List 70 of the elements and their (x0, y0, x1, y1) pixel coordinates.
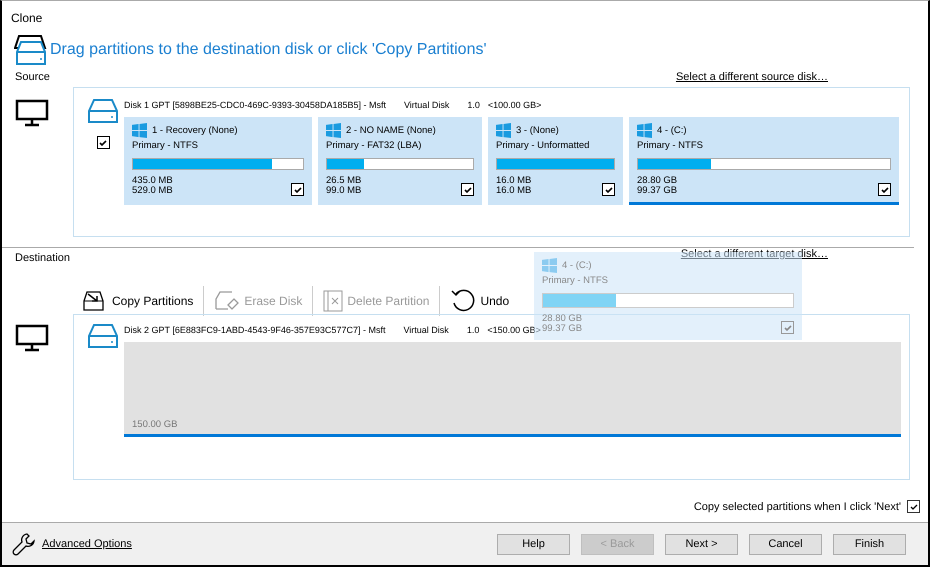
select-target-disk-link[interactable]: Select a different target disk… (680, 248, 828, 266)
windows-logo-icon (637, 123, 652, 138)
unallocated-size: 150.00 GB (132, 419, 178, 430)
checkmark-icon (462, 184, 472, 194)
disk-header-text: Disk 2 GPT [6E883FC9-1ABD-4543-9F46-357E93C577C7] - Msft (124, 325, 386, 337)
monitor-icon (15, 324, 49, 352)
disk-header-text: Disk 1 GPT [5898BE25-CDC0-469C-9393-30458DA185B5] - Msft (124, 100, 386, 112)
monitor-icon (15, 99, 49, 127)
dialog-button[interactable]: Finish (833, 534, 906, 554)
dialog-button[interactable]: Next > (665, 534, 738, 554)
select-source-disk-link[interactable]: Select a different source disk… (676, 71, 828, 85)
windows-logo-icon (326, 123, 341, 138)
disk-model-text: Virtual Disk (403, 325, 449, 337)
destination-label: Destination (15, 252, 70, 266)
windows-logo-icon (542, 258, 557, 273)
partition-type: Primary - NTFS (132, 140, 199, 151)
used-size: 16.0 MB (496, 176, 532, 186)
partition-type: Primary - Unformatted (496, 140, 590, 151)
partition-title: 2 - NO NAME (None) (346, 125, 436, 136)
checkmark-icon (292, 184, 302, 194)
wrench-icon (12, 532, 36, 556)
partition-checkbox[interactable] (878, 183, 891, 196)
partition-checkbox[interactable] (291, 183, 304, 196)
total-size: 529.0 MB (132, 186, 173, 196)
partition-type: Primary - NTFS (542, 275, 609, 286)
partition-type: Primary - FAT32 (LBA) (326, 140, 422, 151)
checkmark-icon (604, 184, 614, 194)
disk-model-text: Virtual Disk (404, 100, 450, 112)
total-size: 99.0 MB (326, 186, 362, 196)
disk-checkbox[interactable] (96, 136, 110, 149)
checkmark-icon (98, 138, 108, 148)
total-size: 99.37 GB (637, 186, 678, 196)
dialog-button[interactable]: Cancel (749, 534, 822, 554)
partition-card[interactable]: 3 - (None) Primary - Unformatted 16.0 MB 16.0 MB (488, 117, 623, 205)
partition-checkbox[interactable] (602, 183, 615, 196)
partition-type: Primary - NTFS (637, 140, 704, 151)
source-label: Source (15, 71, 50, 85)
copy-on-next-label: Copy selected partitions when I click 'Next' (694, 500, 901, 512)
disk-version-text: 1.0 (467, 100, 480, 112)
disk-version-text: 1.0 (466, 325, 480, 337)
windows-logo-icon (496, 123, 511, 138)
partition-card[interactable]: 1 - Recovery (None) Primary - NTFS 435.0 MB 529.0 MB (124, 117, 312, 205)
partition-title: 4 - (C:) (657, 125, 687, 136)
instruction-text: Drag partitions to the destination disk or click 'Copy Partitions' (50, 41, 487, 59)
toolbar-button[interactable]: Undo (448, 286, 512, 316)
used-size: 28.80 GB (542, 314, 582, 324)
window-title: Clone (10, 10, 44, 25)
checkmark-icon (908, 502, 918, 512)
used-size: 435.0 MB (132, 176, 173, 186)
copy-on-next-checkbox[interactable] (907, 500, 920, 513)
disks-icon (14, 34, 48, 66)
used-size: 26.5 MB (326, 176, 362, 186)
partition-card[interactable]: 4 - (C:) Primary - NTFS 28.80 GB 99.37 GB (629, 117, 899, 205)
partition-title: 4 - (C:) (562, 260, 592, 271)
partition-checkbox[interactable] (461, 183, 474, 196)
partition-card[interactable]: 2 - NO NAME (None) Primary - FAT32 (LBA) 26.5 MB 99.0 MB (318, 117, 482, 205)
total-size: 99.37 GB (542, 324, 582, 334)
checkmark-icon (880, 184, 890, 194)
used-size: 28.80 GB (637, 176, 678, 186)
dialog-button[interactable]: Help (497, 534, 570, 554)
delete-box-icon (323, 290, 344, 312)
partition-title: 1 - Recovery (None) (152, 125, 238, 136)
disk-size-text: <100.00 GB> (488, 100, 542, 112)
undo-icon (450, 288, 476, 314)
toolbar-button[interactable]: Copy Partitions (80, 287, 196, 315)
disk-size-text: <150.00 GB> (487, 325, 541, 337)
windows-logo-icon (132, 123, 147, 138)
advanced-options-link[interactable]: Advanced Options (42, 538, 132, 550)
total-size: 16.0 MB (496, 186, 532, 196)
partition-title: 3 - (None) (516, 125, 559, 136)
